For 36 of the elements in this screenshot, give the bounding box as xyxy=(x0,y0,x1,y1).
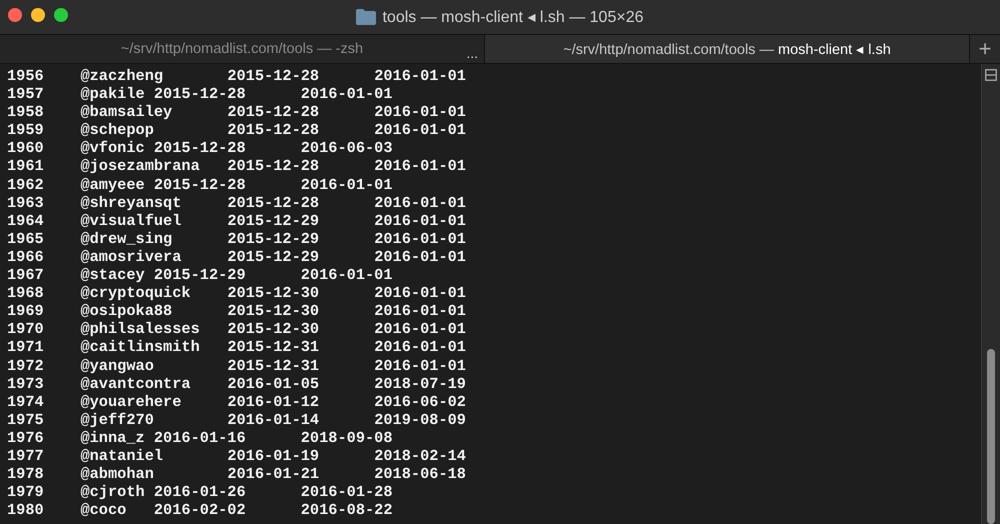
terminal-line: 1979 @cjroth 2016-01-26 2016-01-28 xyxy=(7,483,394,502)
terminal-line: 1967 @stacey 2015-12-29 2016-01-01 xyxy=(7,266,394,284)
minimize-button[interactable] xyxy=(31,8,45,22)
terminal-line: 1966 @amosrivera 2015-12-29 2016-01-01 xyxy=(7,248,467,266)
terminal-line: 1956 @zaczheng 2015-12-28 2016-01-01 xyxy=(7,67,467,86)
terminal-line: 1963 @shreyansqt 2015-12-28 2016-01-01 xyxy=(7,194,467,212)
terminal-line: 1978 @abmohan 2016-01-21 2018-06-18 xyxy=(7,465,467,484)
split-pane-icon[interactable] xyxy=(985,69,997,81)
terminal-line: 1968 @cryptoquick 2015-12-30 2016-01-01 xyxy=(7,284,467,302)
terminal-line: 1962 @amyeee 2015-12-28 2016-01-01 xyxy=(7,176,394,194)
tab[interactable]: ~/srv/http/nomadlist.com/tools — mosh-client ◂ l.sh xyxy=(485,35,970,63)
terminal-line: 1972 @yangwao 2015-12-31 2016-01-01 xyxy=(7,356,467,375)
window-title: tools — mosh-client ◂ l.sh — 105×26 xyxy=(382,8,644,27)
terminal-line: 1960 @vfonic 2015-12-28 2016-06-03 xyxy=(7,139,394,158)
new-tab-button[interactable]: + xyxy=(970,35,1000,63)
terminal-line: 1964 @visualfuel 2015-12-29 2016-01-01 xyxy=(7,212,467,230)
terminal-line: 1975 @jeff270 2016-01-14 2019-08-09 xyxy=(7,410,467,429)
terminal-line: 1973 @avantcontra 2016-01-05 2018-07-19 xyxy=(7,374,467,393)
close-button[interactable] xyxy=(8,8,22,22)
overflow-indicator: ... xyxy=(466,45,478,61)
tab[interactable]: ~/srv/http/nomadlist.com/tools — -zsh ... xyxy=(0,35,485,63)
terminal-line: 1974 @youarehere 2016-01-12 2016-06-02 xyxy=(7,392,467,411)
zoom-button[interactable] xyxy=(54,8,68,22)
terminal-line: 1970 @philsalesses 2015-12-30 2016-01-01 xyxy=(7,320,467,338)
terminal-line: 1969 @osipoka88 2015-12-30 2016-01-01 xyxy=(7,302,467,320)
terminal-line: 1961 @josezambrana 2015-12-28 2016-01-01 xyxy=(7,157,467,176)
terminal-line: 1957 @pakile 2015-12-28 2016-01-01 xyxy=(7,85,394,104)
terminal-line: 1958 @bamsailey 2015-12-28 2016-01-01 xyxy=(7,103,467,122)
scrollbar-thumb[interactable] xyxy=(987,349,995,524)
terminal-line: 1971 @caitlinsmith 2015-12-31 2016-01-01 xyxy=(7,338,467,356)
terminal-line: 1977 @nataniel 2016-01-19 2018-02-14 xyxy=(7,446,467,466)
folder-icon xyxy=(356,9,376,25)
terminal-line: 1980 @coco 2016-02-02 2016-08-22 xyxy=(7,501,394,520)
terminal-line: 1965 @drew_sing 2015-12-29 2016-01-01 xyxy=(7,230,467,248)
terminal-line: 1959 @schepop 2015-12-28 2016-01-01 xyxy=(7,121,467,140)
terminal-line: 1976 @inna_z 2016-01-16 2018-09-08 xyxy=(7,428,394,447)
